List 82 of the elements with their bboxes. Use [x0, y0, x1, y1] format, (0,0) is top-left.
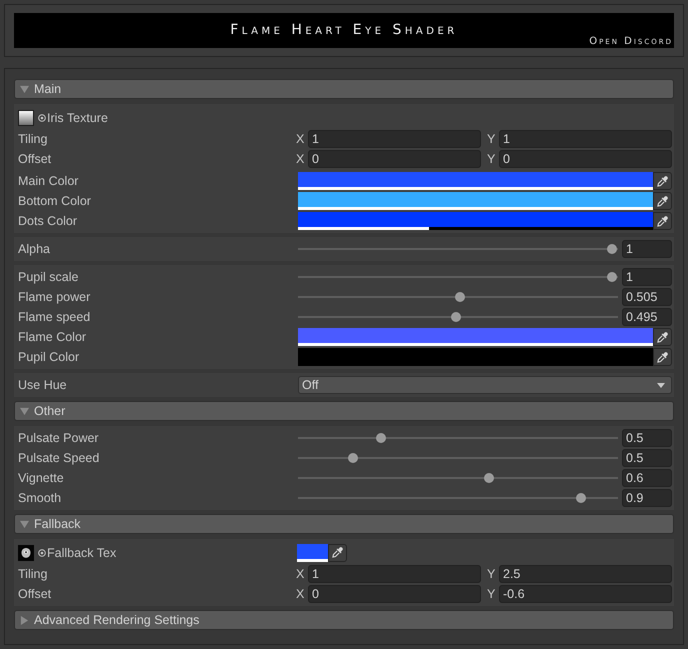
field-label: Flame Color: [18, 330, 86, 344]
field-label: Vignette: [18, 471, 64, 485]
field-label: Tiling: [18, 132, 48, 146]
value-field[interactable]: 2.5: [499, 565, 672, 583]
color-field[interactable]: [298, 348, 653, 366]
field-label: Flame speed: [18, 310, 90, 324]
foldout-header[interactable]: Main: [14, 79, 674, 99]
value-field[interactable]: 0: [308, 150, 481, 168]
value-field[interactable]: 0.9: [622, 489, 672, 507]
color-field[interactable]: [298, 328, 653, 346]
field-label: Pulsate Power: [18, 431, 99, 445]
value-field[interactable]: 1: [308, 565, 481, 583]
value-field[interactable]: 1: [622, 268, 672, 286]
axis-label: Y: [487, 132, 496, 146]
axis-label: Y: [487, 587, 496, 601]
field-label: Smooth: [18, 491, 62, 505]
value-field[interactable]: 0: [308, 585, 481, 603]
value-field[interactable]: -0.6: [499, 585, 672, 603]
field-label: Offset: [18, 152, 52, 166]
value-field[interactable]: 0.505: [622, 288, 672, 306]
value-field[interactable]: 0: [499, 150, 672, 168]
eyedropper-icon: [657, 332, 668, 342]
slider-thumb[interactable]: [576, 493, 586, 503]
slider-thumb[interactable]: [484, 473, 494, 483]
eyedropper-icon: [657, 216, 668, 226]
texture-thumbnail[interactable]: [18, 544, 34, 560]
axis-label: X: [296, 587, 306, 601]
texture-thumbnail[interactable]: [18, 110, 34, 126]
axis-label: Y: [487, 567, 496, 581]
value-field[interactable]: 0.5: [622, 429, 672, 447]
field-label: Dots Color: [18, 214, 78, 228]
slider-thumb[interactable]: [607, 272, 617, 282]
eyedropper-button[interactable]: [328, 544, 347, 562]
foldout-header[interactable]: Fallback: [14, 514, 674, 534]
field-label: Pulsate Speed: [18, 451, 100, 465]
color-field[interactable]: [298, 172, 653, 190]
eyedropper-icon: [332, 547, 343, 558]
shader-title: Flame Heart Eye Shader: [230, 21, 458, 39]
caret-icon: [657, 382, 665, 388]
field-label: Alpha: [18, 242, 50, 256]
axis-label: X: [296, 132, 306, 146]
eyedropper-button[interactable]: [653, 172, 672, 190]
axis-label: X: [296, 152, 306, 166]
field-label: Pupil scale: [18, 270, 78, 284]
field-label: Main Color: [18, 174, 78, 188]
slider-thumb[interactable]: [607, 244, 617, 254]
eyedropper-icon: [657, 196, 668, 206]
axis-label: X: [296, 567, 306, 581]
field-label: Bottom Color: [18, 194, 91, 208]
slider-thumb[interactable]: [376, 433, 386, 443]
field-label: Pupil Color: [18, 350, 80, 364]
eyedropper-icon: [657, 176, 668, 186]
field-label: Offset: [18, 587, 52, 601]
color-field[interactable]: [297, 544, 328, 562]
value-field[interactable]: 1: [622, 240, 672, 258]
eyedropper-button[interactable]: [653, 212, 672, 230]
slider-thumb[interactable]: [348, 453, 358, 463]
slider-thumb[interactable]: [451, 312, 462, 322]
axis-label: Y: [487, 152, 496, 166]
value-field[interactable]: 0.6: [622, 469, 672, 487]
value-field[interactable]: 0.495: [622, 308, 672, 326]
foldout-header[interactable]: Other: [14, 401, 674, 421]
field-label: Flame power: [18, 290, 90, 304]
value-field[interactable]: 1: [499, 130, 672, 148]
eyedropper-icon: [657, 352, 668, 362]
target-icon[interactable]: [38, 548, 46, 556]
field-label: Use Hue: [18, 378, 67, 392]
field-label: Fallback Tex: [47, 546, 116, 560]
field-label: Iris Texture: [47, 110, 108, 124]
field-label: Tiling: [18, 567, 48, 581]
eyedropper-button[interactable]: [653, 328, 672, 346]
value-field[interactable]: 0.5: [622, 449, 672, 467]
value-field[interactable]: 1: [308, 130, 481, 148]
color-field[interactable]: [298, 212, 653, 230]
color-field[interactable]: [298, 192, 653, 210]
eyedropper-button[interactable]: [653, 192, 672, 210]
slider-thumb[interactable]: [454, 292, 465, 302]
target-icon[interactable]: [38, 114, 46, 122]
dropdown[interactable]: Off: [298, 376, 672, 394]
discord-link[interactable]: Open Discord: [589, 37, 673, 47]
eyedropper-button[interactable]: [653, 348, 672, 366]
foldout-header[interactable]: Advanced Rendering Settings: [14, 610, 674, 630]
